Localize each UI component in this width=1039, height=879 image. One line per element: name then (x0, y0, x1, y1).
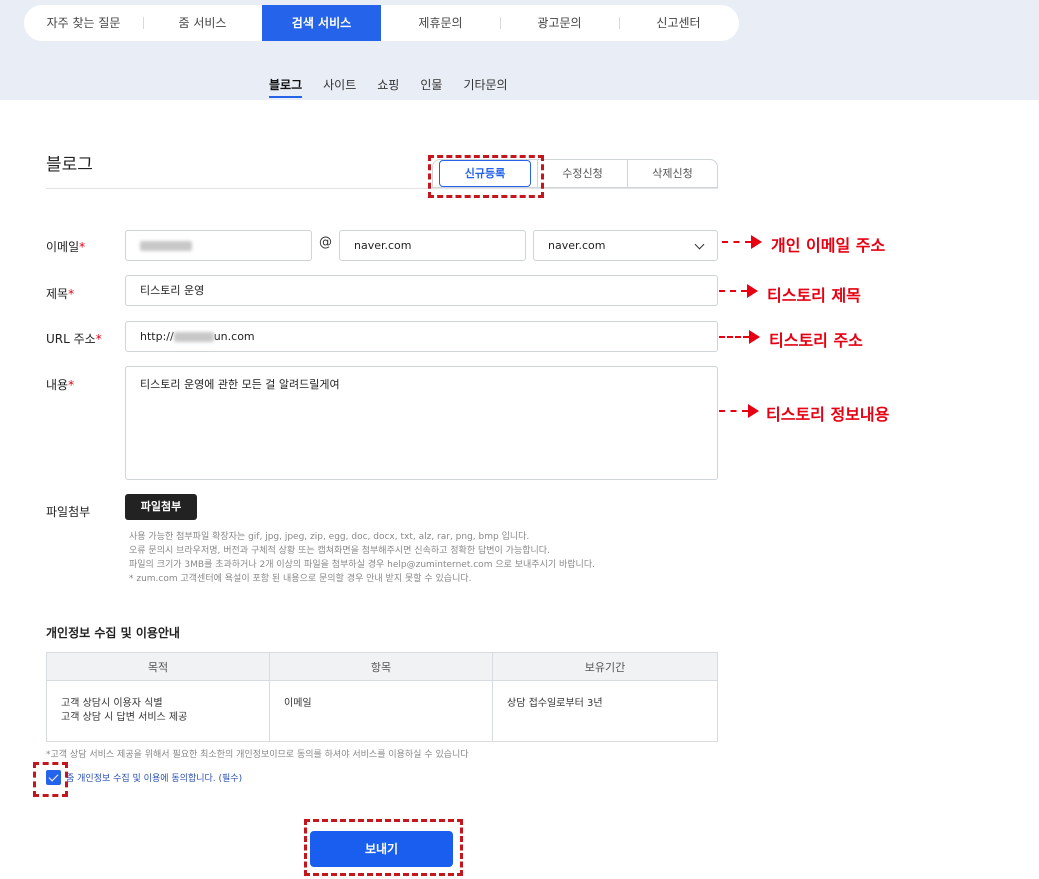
annotation-arrow-email (722, 235, 762, 249)
url-label: URL 주소* (46, 332, 102, 346)
section-divider (46, 188, 718, 189)
subtab-shopping[interactable]: 쇼핑 (377, 76, 399, 98)
annotation-arrow-url (719, 330, 760, 344)
agree-label[interactable]: 줌 개인정보 수집 및 이용에 동의합니다. (필수) (66, 771, 242, 784)
tab-faq[interactable]: 자주 찾는 질문 (24, 5, 143, 41)
email-domain-select[interactable]: naver.com (533, 230, 718, 261)
privacy-title: 개인정보 수집 및 이용안내 (46, 626, 180, 640)
title-label: 제목* (46, 287, 75, 301)
annotation-content: 티스토리 정보내용 (766, 405, 890, 424)
subtab-blog[interactable]: 블로그 (269, 76, 303, 98)
privacy-purpose-cell: 고객 상담시 이용자 식별 고객 상담 시 답변 서비스 제공 (46, 680, 270, 742)
subtab-person[interactable]: 인물 (420, 76, 442, 98)
privacy-table: 목적 항목 보유기간 고객 상담시 이용자 식별 고객 상담 시 답변 서비스 … (46, 652, 718, 742)
annotation-email: 개인 이메일 주소 (771, 236, 886, 255)
highlight-send-button (304, 819, 463, 876)
email-domain-field[interactable]: naver.com (339, 230, 526, 261)
privacy-header-period: 보유기간 (492, 652, 718, 681)
tab-partnership[interactable]: 제휴문의 (381, 5, 500, 41)
content-textarea[interactable]: 티스토리 운영에 관한 모든 걸 알려드릴게여 (125, 366, 718, 480)
title-field[interactable]: 티스토리 운영 (125, 275, 718, 306)
tab-advertising[interactable]: 광고문의 (500, 5, 619, 41)
privacy-item-cell: 이메일 (269, 680, 493, 742)
annotation-arrow-content (719, 404, 759, 418)
privacy-period-cell: 상담 접수일로부터 3년 (492, 680, 718, 742)
segment-delete[interactable]: 삭제신청 (627, 160, 717, 187)
segment-edit[interactable]: 수정신청 (537, 160, 627, 187)
file-help-text: 사용 가능한 첨부파일 확장자는 gif, jpg, jpeg, zip, eg… (129, 532, 595, 584)
annotation-arrow-title (719, 284, 758, 298)
annotation-url: 티스토리 주소 (769, 331, 863, 350)
email-id-field[interactable] (125, 230, 312, 261)
section-title: 블로그 (46, 155, 93, 175)
content-label: 내용* (46, 378, 75, 392)
subtab-site[interactable]: 사이트 (323, 76, 356, 98)
main-tabs: 자주 찾는 질문 줌 서비스 검색 서비스 제휴문의 광고문의 신고센터 (24, 5, 739, 41)
file-attach-button[interactable]: 파일첨부 (125, 494, 197, 520)
sub-tabs: 블로그 사이트 쇼핑 인물 기타문의 (269, 76, 529, 98)
tab-search-service[interactable]: 검색 서비스 (262, 5, 381, 41)
highlight-checkbox (33, 762, 68, 797)
privacy-header-item: 항목 (269, 652, 493, 681)
privacy-notice: *고객 상담 서비스 제공을 위해서 필요한 최소한의 개인정보이므로 동의를 … (46, 750, 469, 760)
chevron-down-icon (694, 239, 705, 250)
file-label: 파일첨부 (46, 505, 91, 519)
privacy-header-purpose: 목적 (46, 652, 270, 681)
tab-report-center[interactable]: 신고센터 (619, 5, 738, 41)
email-at-sign: @ (319, 235, 332, 250)
email-label: 이메일* (46, 240, 86, 254)
tab-zum-service[interactable]: 줌 서비스 (143, 5, 262, 41)
highlight-new-segment (428, 155, 544, 198)
url-field[interactable]: http://un.com (125, 321, 718, 352)
subtab-other[interactable]: 기타문의 (463, 76, 507, 98)
annotation-title: 티스토리 제목 (767, 286, 861, 305)
